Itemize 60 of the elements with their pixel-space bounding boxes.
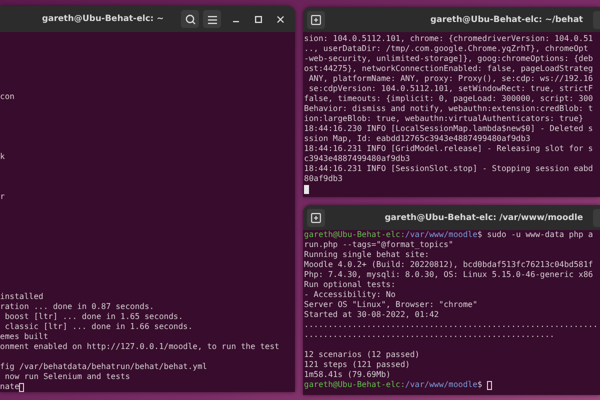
output-line: - Accessibility: No xyxy=(304,290,396,300)
search-button[interactable] xyxy=(181,10,199,28)
window-title: gareth@Ubu-Behat-elc: ~ xyxy=(42,14,164,24)
output-line: r xyxy=(0,192,5,202)
new-tab-button[interactable] xyxy=(307,10,325,28)
output-line: ssion Map, Id: eabdd12765c3943e4887499480af9db3 xyxy=(304,134,530,144)
output-line: 18:44:16.231 INFO [GridModel.release] - Releasing slot for s xyxy=(304,144,593,154)
output-line: 12 scenarios (12 passed) xyxy=(304,350,420,360)
output-line: se:cdpVersion: 104.0.5112.101, setWindowRect: true, strictF xyxy=(308,84,593,94)
search-icon xyxy=(184,14,196,24)
output-line: onment enabled on http://127.0.0.1/moodle, to run the test xyxy=(0,342,280,352)
menu-icon xyxy=(208,14,216,24)
output-line: -web-security, unlimited-storage]}, goog:chromeOptions: {deb xyxy=(304,54,593,64)
maximize-icon xyxy=(254,16,262,22)
command-text: $ sudo -u www-data php a xyxy=(477,230,593,240)
window-title: gareth@Ubu-Behat-elc: /var/www/moodle xyxy=(384,212,583,222)
output-line: Behavior: dismiss and notify, webauthn:extension:credBlob: t xyxy=(304,104,593,114)
output-line: con xyxy=(0,92,14,102)
output-line: k xyxy=(0,152,5,162)
new-tab-icon xyxy=(311,14,321,24)
output-line: Moodle 4.0.2+ (Build: 20220812), bcd0bdaf513fc76213c04bd581f xyxy=(304,260,593,270)
output-line: classic [ltr] ... done in 1.66 seconds. xyxy=(4,322,193,332)
output-line: boost [ltr] ... done in 1.65 seconds. xyxy=(4,312,184,322)
output-line: false, timeouts: {implicit: 0, pageLoad: 300000, script: 300 xyxy=(304,94,593,104)
output-line: ANY, platformName: ANY, proxy: Proxy(), se:cdp: ws://192.16 xyxy=(308,74,593,84)
output-line: ost:44275}, networkConnectionEnabled: false, pageLoadStrateg xyxy=(304,64,593,74)
output-line: Server OS "Linux", Browser: "chrome" xyxy=(304,300,478,310)
prompt-user: gareth@Ubu-Behat-elc: xyxy=(304,380,406,390)
output-line: fig /var/behatdata/behatrun/behat/behat.yml xyxy=(0,362,208,372)
prompt-path: /var/www/moodle xyxy=(405,230,478,240)
new-tab-button[interactable] xyxy=(307,208,325,226)
output-line: Started at 30-08-2022, 01:42 xyxy=(304,310,439,320)
output-line: .................................................... xyxy=(304,330,554,340)
menu-button[interactable] xyxy=(203,10,221,28)
output-line: now run Selenium and tests xyxy=(4,372,130,382)
prompt-path: /var/www/moodle xyxy=(405,380,478,390)
output-line: ............................................................. xyxy=(304,320,598,330)
output-line: Php: 7.4.30, mysqli: 8.0.30, OS: Linux 5.15.0-46-generic x86 xyxy=(304,270,593,280)
close-icon xyxy=(276,16,284,22)
output-line: 80af9db3 xyxy=(304,174,343,184)
prompt-user: gareth@Ubu-Behat-elc: xyxy=(304,230,406,240)
output-line: ion:largeBlob: true, webauthn:virtualAuthenticators: true} xyxy=(304,114,584,124)
command-text: $ xyxy=(477,380,484,390)
output-line: 1m58.41s (79.69Mb) xyxy=(304,370,391,380)
output-line: c3943e4887499480af9db3 xyxy=(304,154,410,164)
minimize-icon xyxy=(233,21,239,23)
output-line: sion: 104.0.5112.101, chrome: {chromedriverVersion: 104.0.51 xyxy=(304,34,593,44)
output-line: nate xyxy=(0,382,20,392)
output-line: emes built xyxy=(0,332,48,342)
output-line: 121 steps (121 passed) xyxy=(304,360,410,370)
output-line: installed xyxy=(0,292,44,302)
output-line: 18:44:16.230 INFO [LocalSessionMap.lambda$new$0] - Deleted s xyxy=(304,124,593,134)
new-tab-icon xyxy=(311,212,321,222)
output-line: Running single behat site: xyxy=(304,250,430,260)
output-line: ration ... done in 0.87 seconds. xyxy=(0,302,154,312)
output-line: 18:44:16.231 INFO [SessionSlot.stop] - Stopping session eabd xyxy=(304,164,593,174)
output-line: run.php --tags="@format_topics" xyxy=(304,240,454,250)
output-line: Run optional tests: xyxy=(304,280,396,290)
output-line: .., userDataDir: /tmp/.com.google.Chrome.yqZrhT}, chromeOpt xyxy=(304,44,588,54)
window-title: gareth@Ubu-Behat-elc: ~/behat xyxy=(430,14,583,24)
